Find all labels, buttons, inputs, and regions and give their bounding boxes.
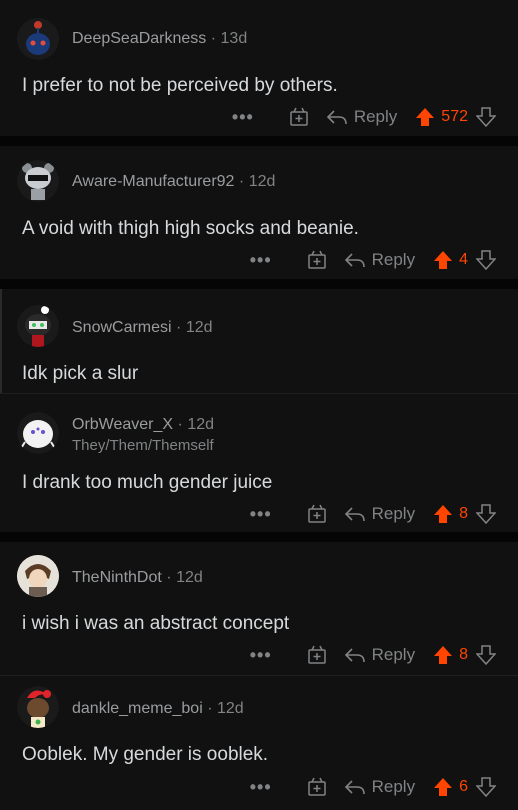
reply-label: Reply (371, 250, 416, 269)
comment-actions: ••• Reply 8 (250, 642, 496, 668)
reply-button[interactable]: Reply (326, 107, 397, 127)
vote-count: 8 (459, 505, 468, 522)
reply-arrow-icon (344, 507, 365, 522)
comment-meta: DeepSeaDarkness · 13d (72, 30, 247, 48)
upvote-icon[interactable] (433, 250, 453, 270)
username[interactable]: Aware-Manufacturer92 (72, 173, 234, 190)
comment: OrbWeaver_X · 12d They/Them/Themself I d… (0, 394, 518, 532)
comment-body: I prefer to not be perceived by others. (22, 75, 338, 96)
comment-meta: OrbWeaver_X · 12d (72, 416, 214, 434)
vote-count: 4 (459, 251, 468, 268)
more-options-button[interactable]: ••• (232, 107, 254, 128)
reply-button[interactable]: Reply (344, 250, 415, 270)
timestamp: 12d (187, 416, 215, 433)
comment: Aware-Manufacturer92 · 12d A void with t… (0, 146, 518, 279)
timestamp: 13d (220, 30, 248, 47)
username[interactable]: dankle_meme_boi (72, 700, 203, 717)
separator-dot: · (176, 319, 186, 336)
avatar[interactable] (17, 305, 59, 347)
reply-button[interactable]: Reply (344, 777, 415, 797)
reply-label: Reply (371, 504, 416, 523)
comment-body: A void with thigh high socks and beanie. (22, 218, 359, 239)
username[interactable]: DeepSeaDarkness (72, 30, 206, 47)
thread-line[interactable] (0, 289, 2, 393)
username[interactable]: SnowCarmesi (72, 319, 172, 336)
comment-body: I drank too much gender juice (22, 472, 273, 493)
avatar[interactable] (17, 160, 59, 202)
comment-separator (0, 532, 518, 542)
username[interactable]: TheNinthDot (72, 569, 162, 586)
more-options-button[interactable]: ••• (250, 250, 272, 271)
more-options-button[interactable]: ••• (250, 777, 272, 798)
comment-actions: ••• Reply 4 (250, 247, 496, 273)
comment-meta: dankle_meme_boi · 12d (72, 700, 244, 718)
comment: dankle_meme_boi · 12d Ooblek. My gender … (0, 676, 518, 810)
reply-label: Reply (371, 777, 416, 796)
award-icon[interactable] (306, 249, 328, 271)
award-icon[interactable] (288, 106, 310, 128)
avatar[interactable] (17, 412, 59, 454)
separator-dot: · (177, 416, 188, 433)
vote-count: 572 (441, 108, 468, 125)
award-icon[interactable] (306, 776, 328, 798)
reply-button[interactable]: Reply (344, 504, 415, 524)
separator-dot: · (166, 569, 177, 586)
comment-actions: ••• Reply 572 (232, 104, 496, 130)
comment-separator (0, 279, 518, 289)
downvote-icon[interactable] (476, 645, 496, 665)
comment-meta: Aware-Manufacturer92 · 12d (72, 173, 275, 191)
separator-dot: · (238, 173, 249, 190)
comment-meta: SnowCarmesi · 12d (72, 319, 213, 337)
vote-count: 8 (459, 646, 468, 663)
reply-label: Reply (371, 645, 416, 664)
reply-button[interactable]: Reply (344, 645, 415, 665)
reply-label: Reply (353, 107, 398, 126)
upvote-icon[interactable] (415, 107, 435, 127)
comment-separator (0, 136, 518, 146)
comment: SnowCarmesi · 12d Idk pick a slur (0, 289, 518, 393)
more-options-button[interactable]: ••• (250, 504, 272, 525)
award-icon[interactable] (306, 503, 328, 525)
comment-actions: ••• Reply 8 (250, 501, 496, 527)
separator-dot: · (210, 30, 221, 47)
award-icon[interactable] (306, 644, 328, 666)
timestamp: 12d (176, 569, 203, 586)
downvote-icon[interactable] (476, 504, 496, 524)
upvote-icon[interactable] (433, 504, 453, 524)
comment-body: Idk pick a slur (22, 363, 139, 384)
avatar[interactable] (17, 18, 59, 60)
timestamp: 12d (216, 700, 244, 717)
downvote-icon[interactable] (476, 250, 496, 270)
upvote-icon[interactable] (433, 777, 453, 797)
comment-actions: ••• Reply 6 (250, 774, 496, 800)
downvote-icon[interactable] (476, 107, 496, 127)
comment: TheNinthDot · 12d i wish i was an abstra… (0, 542, 518, 675)
avatar[interactable] (17, 555, 59, 597)
user-flair: They/Them/Themself (72, 437, 214, 454)
comment: DeepSeaDarkness · 13d I prefer to not be… (0, 0, 518, 136)
reply-arrow-icon (326, 110, 347, 125)
upvote-icon[interactable] (433, 645, 453, 665)
separator-dot: · (207, 700, 217, 717)
avatar[interactable] (17, 686, 59, 728)
comment-body: Ooblek. My gender is ooblek. (22, 744, 269, 765)
comment-body: i wish i was an abstract concept (22, 613, 290, 634)
timestamp: 12d (248, 173, 276, 190)
username[interactable]: OrbWeaver_X (72, 416, 173, 433)
comment-meta: TheNinthDot · 12d (72, 569, 203, 587)
timestamp: 12d (185, 319, 213, 336)
reply-arrow-icon (344, 253, 365, 268)
reply-arrow-icon (344, 648, 365, 663)
vote-count: 6 (459, 778, 468, 795)
more-options-button[interactable]: ••• (250, 645, 272, 666)
downvote-icon[interactable] (476, 777, 496, 797)
reply-arrow-icon (344, 780, 365, 795)
